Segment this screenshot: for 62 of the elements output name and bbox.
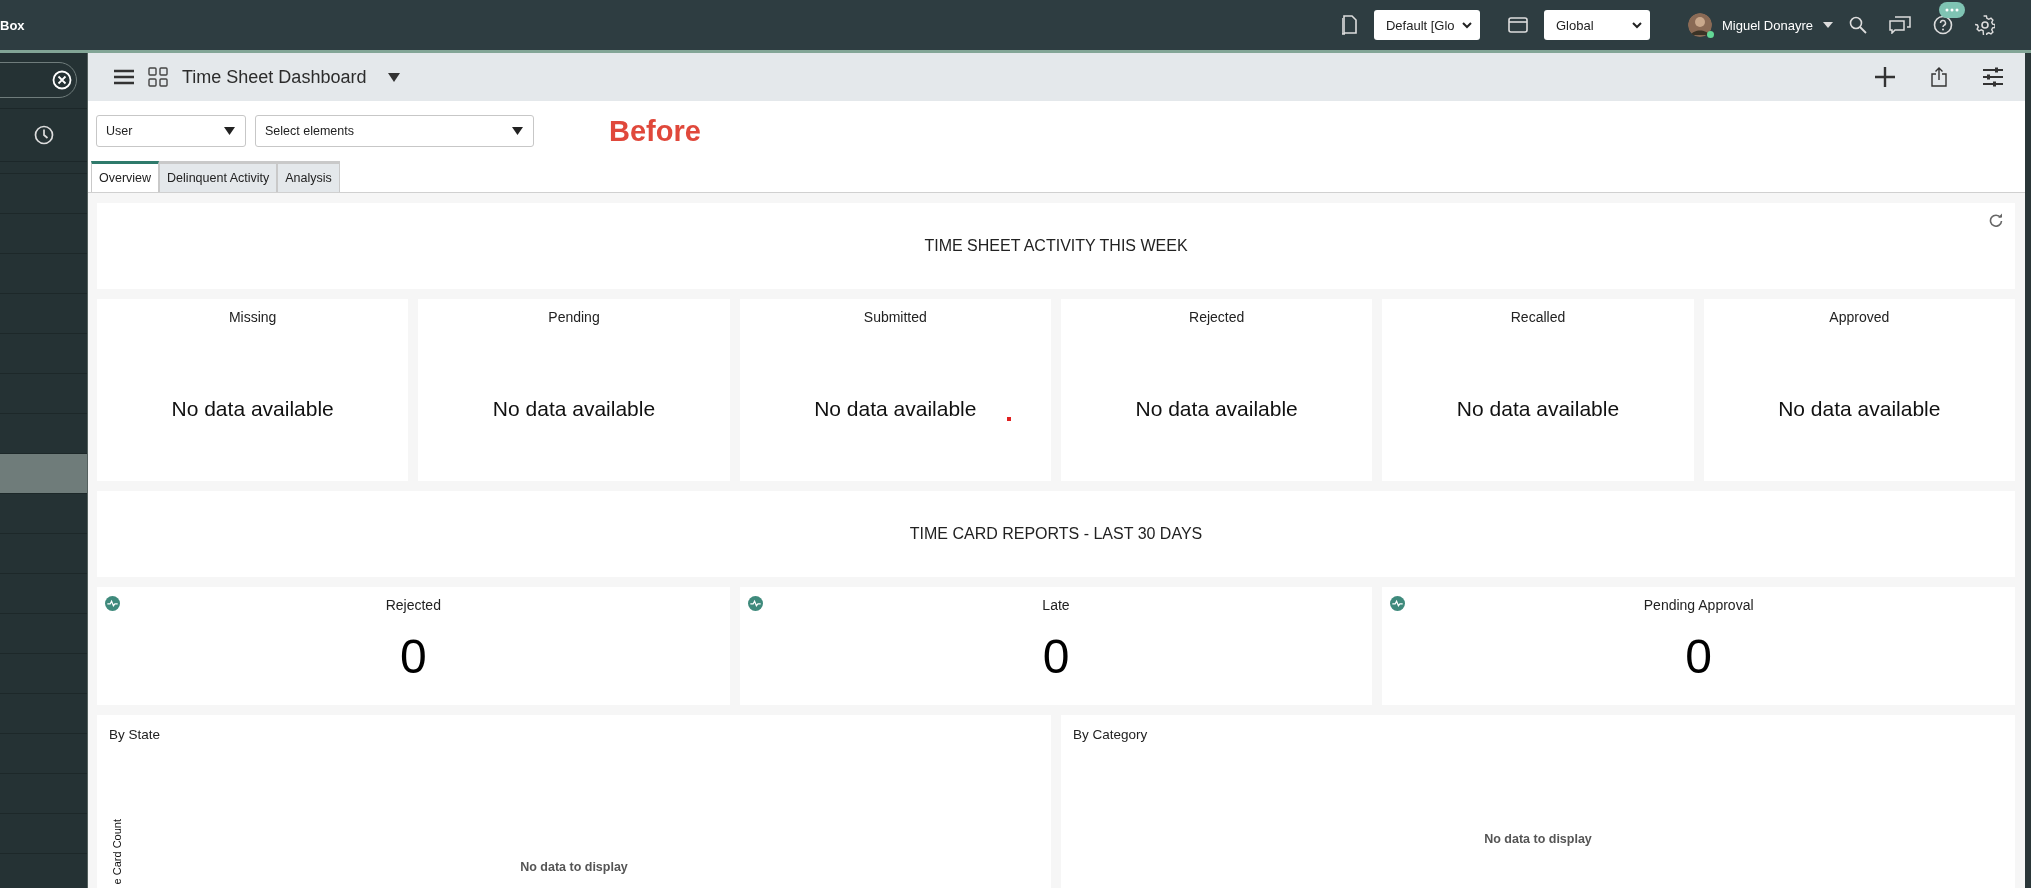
metric-value: 0: [399, 629, 427, 684]
history-icon[interactable]: [33, 125, 54, 145]
chevron-icon[interactable]: [1631, 21, 1642, 29]
refresh-icon[interactable]: [1989, 213, 2003, 227]
card-title: Pending: [548, 309, 600, 325]
section-title: TIME SHEET ACTIVITY THIS WEEK: [924, 237, 1188, 255]
tab[interactable]: Delinquent Activity: [159, 161, 278, 192]
metric-value: 0: [1685, 629, 1712, 684]
sidebar-item[interactable]: [0, 454, 87, 494]
caret-icon[interactable]: [224, 127, 235, 135]
update-set-select[interactable]: Default [Glo: [1373, 10, 1480, 40]
axis-label: e Card Count: [111, 818, 123, 884]
card-title: Rejected: [385, 597, 441, 613]
window-icon[interactable]: [1507, 17, 1528, 33]
caret-icon[interactable]: [1823, 22, 1833, 28]
empty-message: No data to display: [1484, 832, 1592, 846]
share-icon[interactable]: [1931, 67, 1947, 87]
empty-message: No data available: [1456, 397, 1620, 421]
card-title: Approved: [1829, 309, 1890, 325]
empty-message: No data available: [492, 397, 656, 421]
chat-icon[interactable]: [1889, 16, 1911, 34]
filter-select[interactable]: User: [96, 115, 246, 147]
empty-message: No data available: [1135, 397, 1298, 421]
tab[interactable]: Overview: [91, 161, 160, 192]
more-badge-icon: [1939, 2, 1965, 18]
card-title: Submitted: [863, 309, 927, 325]
chart-title: By State: [109, 727, 162, 742]
grid-icon[interactable]: [148, 67, 168, 87]
section-title: TIME CARD REPORTS - LAST 30 DAYS: [909, 525, 1203, 543]
dashboard-title: Time Sheet Dashboard: [182, 66, 367, 88]
caret-icon[interactable]: [388, 72, 401, 82]
user-name[interactable]: Miguel Donayre: [1721, 17, 1813, 33]
filter-select[interactable]: Select elements: [255, 115, 534, 147]
empty-message: No data available: [1778, 397, 1941, 421]
chevron-icon[interactable]: [1461, 21, 1472, 29]
pulse-icon: [1390, 596, 1406, 611]
menu-icon[interactable]: [114, 69, 134, 85]
metric-value: 0: [1042, 629, 1070, 684]
pulse-icon: [747, 596, 763, 611]
settings-icon[interactable]: [1975, 15, 1995, 35]
empty-message: No data available: [171, 397, 334, 421]
empty-message: No data available: [814, 397, 977, 421]
clear-icon[interactable]: [52, 70, 72, 90]
pulse-icon: [105, 596, 120, 611]
tab[interactable]: Analysis: [277, 161, 340, 192]
scope-select[interactable]: Global: [1543, 10, 1650, 40]
card-title: Late: [1042, 597, 1070, 613]
help-icon[interactable]: [1933, 15, 1953, 35]
caret-icon[interactable]: [512, 127, 523, 135]
card-title: Rejected: [1189, 309, 1245, 325]
add-icon[interactable]: [1875, 67, 1895, 87]
app-title: Box: [0, 17, 25, 33]
card-title: Missing: [228, 309, 277, 325]
chart-title: By Category: [1073, 727, 1149, 742]
documents-icon[interactable]: [1341, 15, 1358, 35]
empty-message: No data to display: [520, 860, 628, 874]
sliders-icon[interactable]: [1983, 67, 2003, 87]
annotation-text: Before: [609, 114, 701, 148]
search-icon[interactable]: [1849, 16, 1867, 34]
card-title: Pending Approval: [1643, 597, 1754, 613]
avatar[interactable]: [1687, 13, 1712, 37]
card-title: Recalled: [1510, 309, 1566, 325]
